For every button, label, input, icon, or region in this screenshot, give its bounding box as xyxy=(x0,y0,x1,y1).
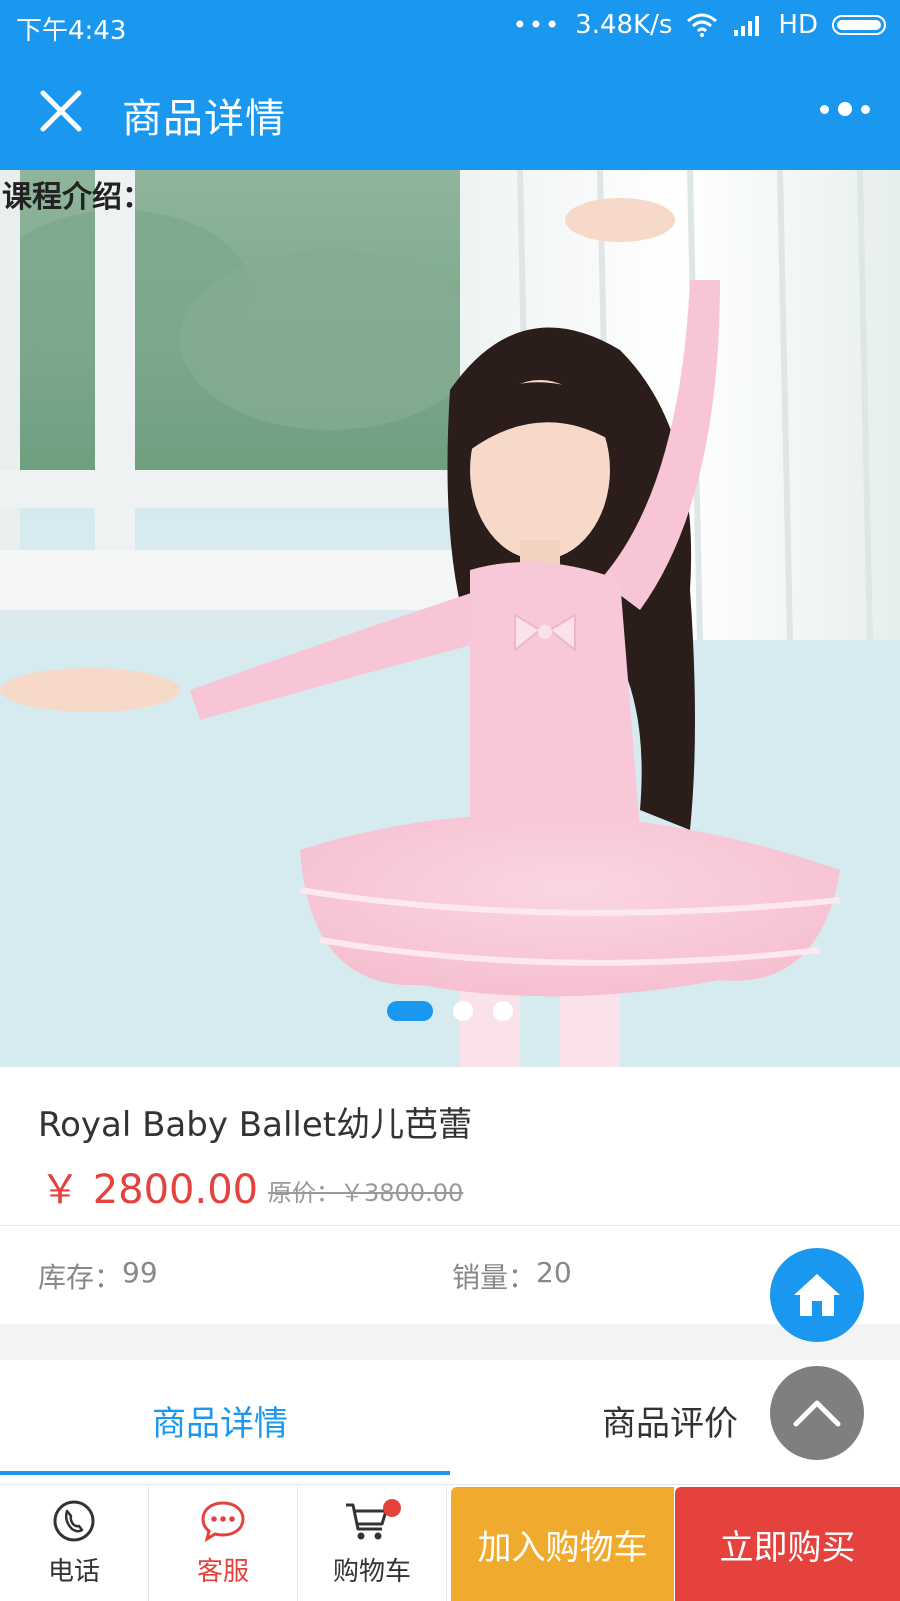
more-notifications-icon: ••• xyxy=(512,11,562,39)
more-icon xyxy=(820,104,829,114)
tab-product-details[interactable]: 商品详情 xyxy=(152,1396,288,1445)
chevron-up-icon xyxy=(793,1400,841,1427)
wifi-icon xyxy=(687,13,718,37)
carousel-dot[interactable] xyxy=(493,1001,513,1021)
buy-now-button[interactable]: 立即购买 xyxy=(675,1487,900,1601)
bottom-action-bar: 电话 客服 购物车 加入购物车 立即购买 xyxy=(0,1484,900,1601)
sales-label: 销量： xyxy=(452,1261,537,1294)
customer-service-button[interactable]: 客服 xyxy=(149,1485,298,1601)
stock-stat: 库存： 99 xyxy=(38,1256,158,1296)
sales-value: 20 xyxy=(536,1256,572,1289)
tab-product-reviews[interactable]: 商品评价 xyxy=(602,1396,738,1445)
sales-stat: 销量： 20 xyxy=(452,1256,572,1296)
customer-service-label: 客服 xyxy=(196,1557,249,1587)
page-title: 商品详情 xyxy=(122,96,286,142)
phone-label: 电话 xyxy=(47,1557,100,1587)
carousel-pagination xyxy=(0,1000,900,1022)
phone-button[interactable]: 电话 xyxy=(0,1485,149,1601)
battery-icon xyxy=(832,15,886,35)
close-button[interactable] xyxy=(36,86,86,136)
signal-icon xyxy=(734,16,760,36)
add-to-cart-button[interactable]: 加入购物车 xyxy=(451,1487,674,1601)
product-price: ￥ 2800.00 xyxy=(40,1167,259,1213)
home-button[interactable] xyxy=(770,1248,864,1342)
status-bar: 下午4:43 ••• 3.48K/s HD xyxy=(0,0,900,52)
carousel-dot[interactable] xyxy=(453,1001,473,1021)
home-icon xyxy=(794,1274,840,1316)
close-icon xyxy=(40,90,82,132)
carousel-dot-active[interactable] xyxy=(387,1001,433,1021)
shopping-cart-icon xyxy=(346,1499,401,1540)
section-spacer xyxy=(0,1324,900,1360)
active-tab-indicator xyxy=(0,1471,450,1475)
detail-tabs: 商品详情 商品评价 xyxy=(0,1360,900,1476)
phone-icon xyxy=(53,1500,95,1542)
product-photo xyxy=(0,170,900,1067)
cart-button[interactable]: 购物车 xyxy=(298,1485,447,1601)
status-right: ••• 3.48K/s HD xyxy=(513,10,886,40)
header-bar: 商品详情 xyxy=(0,52,900,170)
stock-label: 库存： xyxy=(38,1261,123,1294)
stock-value: 99 xyxy=(122,1256,158,1289)
product-stats: 库存： 99 销量： 20 xyxy=(0,1226,900,1324)
cart-badge xyxy=(383,1499,401,1517)
chat-bubble-icon xyxy=(201,1501,245,1543)
status-time: 下午4:43 xyxy=(16,16,127,46)
product-name: Royal Baby Ballet幼儿芭蕾 xyxy=(38,1105,473,1145)
more-button[interactable] xyxy=(820,102,870,116)
original-price: 原价：￥3800.00 xyxy=(268,1179,464,1207)
cart-label: 购物车 xyxy=(332,1557,411,1587)
product-info: Royal Baby Ballet幼儿芭蕾 ￥ 2800.00 原价：￥3800… xyxy=(0,1067,900,1225)
back-to-top-button[interactable] xyxy=(770,1366,864,1460)
network-speed: 3.48K/s xyxy=(575,10,673,40)
product-image-carousel[interactable] xyxy=(0,170,900,1067)
course-intro-label: 课程介绍： xyxy=(2,180,152,215)
network-type: HD xyxy=(778,10,818,40)
